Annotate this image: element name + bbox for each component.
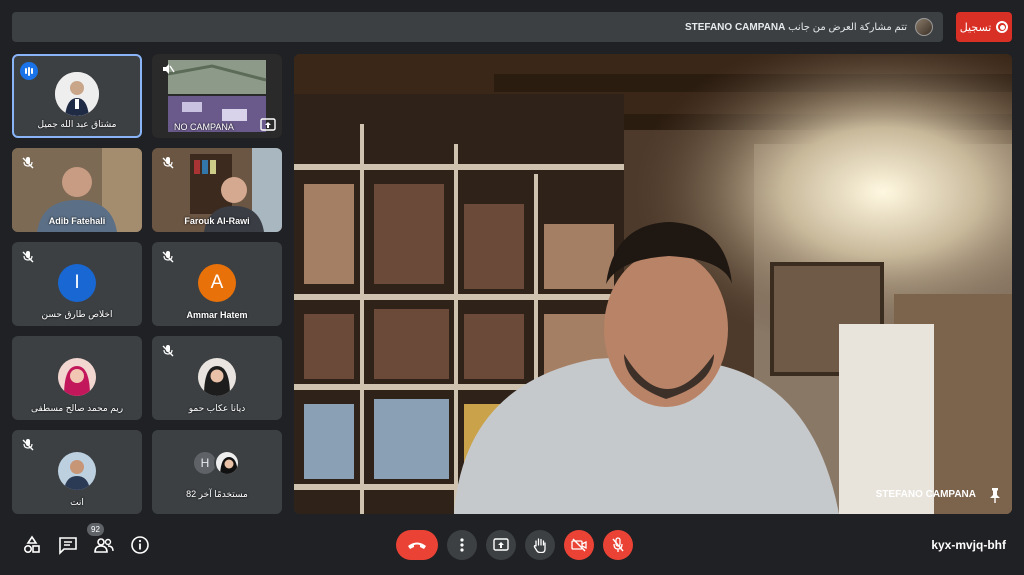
mic-off-icon [162, 345, 174, 357]
avatar [55, 72, 99, 116]
presenter-avatar [915, 18, 933, 36]
participant-name: 82 مستخدمًا آخر [186, 489, 248, 499]
participant-tile[interactable]: NO CAMPANA [152, 54, 282, 138]
presentation-notice-bar: تتم مشاركة العرض من جانب STEFANO CAMPANA [12, 12, 943, 42]
meeting-code: kyx-mvjq-bhf [931, 538, 1006, 552]
participant-tile[interactable]: Adib Fatehali [12, 148, 142, 232]
avatar [58, 358, 96, 396]
others-tile[interactable]: H 82 مستخدمًا آخر [152, 430, 282, 514]
participant-tile[interactable]: ريم محمد صالح مسطفى [12, 336, 142, 420]
meet-window: تتم مشاركة العرض من جانب STEFANO CAMPANA… [0, 0, 1024, 575]
participant-name: Farouk Al-Rawi [184, 216, 250, 226]
main-speaker-video[interactable]: STEFANO CAMPANA [294, 54, 1012, 514]
participant-name: اخلاص طارق حسن [41, 309, 113, 319]
participant-name: انت [70, 497, 84, 507]
hang-up-icon [408, 542, 426, 549]
avatar [58, 452, 96, 490]
pin-icon[interactable] [988, 487, 1002, 503]
mic-off-icon [22, 157, 34, 169]
presenter-name: STEFANO CAMPANA [684, 21, 786, 33]
avatar: A [198, 264, 236, 302]
presentation-message: تتم مشاركة العرض من جانب [788, 21, 907, 33]
participant-name: ريم محمد صالح مسطفى [30, 403, 124, 413]
participant-name: مشتاق عبد الله جميل [37, 119, 117, 129]
raise-hand-button[interactable] [525, 530, 555, 560]
participant-tile[interactable]: A Ammar Hatem [152, 242, 282, 326]
camera-off-icon [571, 538, 587, 552]
chat-icon[interactable] [58, 535, 78, 555]
speaker-video-frame [294, 54, 1012, 514]
more-vert-icon [460, 538, 464, 552]
bottom-control-bar: 92 kyx-mvjq-bhf [0, 520, 1024, 575]
mic-off-icon [22, 251, 34, 263]
participant-tile-self[interactable]: انت [12, 430, 142, 514]
present-screen-icon [493, 538, 509, 551]
camera-toggle-button[interactable] [564, 530, 594, 560]
record-button[interactable]: تسجيل [956, 12, 1012, 42]
more-options-button[interactable] [447, 530, 477, 560]
speaking-indicator-icon [20, 62, 38, 80]
speaker-muted-icon [163, 64, 175, 74]
participant-tile[interactable]: مشتاق عبد الله جميل [12, 54, 142, 138]
mic-off-icon [162, 157, 174, 169]
participant-tile[interactable]: ديانا عكاب حمو [152, 336, 282, 420]
participant-name: Ammar Hatem [186, 310, 248, 320]
info-icon[interactable] [130, 535, 150, 555]
leave-call-button[interactable] [396, 530, 438, 560]
people-icon[interactable] [94, 535, 114, 555]
record-label: تسجيل [959, 21, 992, 34]
present-now-button[interactable] [486, 530, 516, 560]
present-screen-icon [260, 118, 276, 131]
presentation-notice: تتم مشاركة العرض من جانب STEFANO CAMPANA [685, 22, 907, 33]
mic-off-icon [162, 251, 174, 263]
main-speaker-name: STEFANO CAMPANA [875, 489, 976, 500]
record-icon [996, 21, 1009, 33]
mic-off-icon [22, 439, 34, 451]
participant-tile[interactable]: Farouk Al-Rawi [152, 148, 282, 232]
mic-toggle-button[interactable] [603, 530, 633, 560]
participant-tile[interactable]: I اخلاص طارق حسن [12, 242, 142, 326]
participant-name: Adib Fatehali [48, 216, 106, 226]
participant-name: ديانا عكاب حمو [188, 403, 246, 413]
mic-off-icon [612, 537, 624, 552]
hand-icon [533, 538, 546, 553]
activities-icon[interactable] [22, 535, 42, 555]
avatar: I [58, 264, 96, 302]
avatar [214, 450, 240, 476]
avatar [198, 358, 236, 396]
